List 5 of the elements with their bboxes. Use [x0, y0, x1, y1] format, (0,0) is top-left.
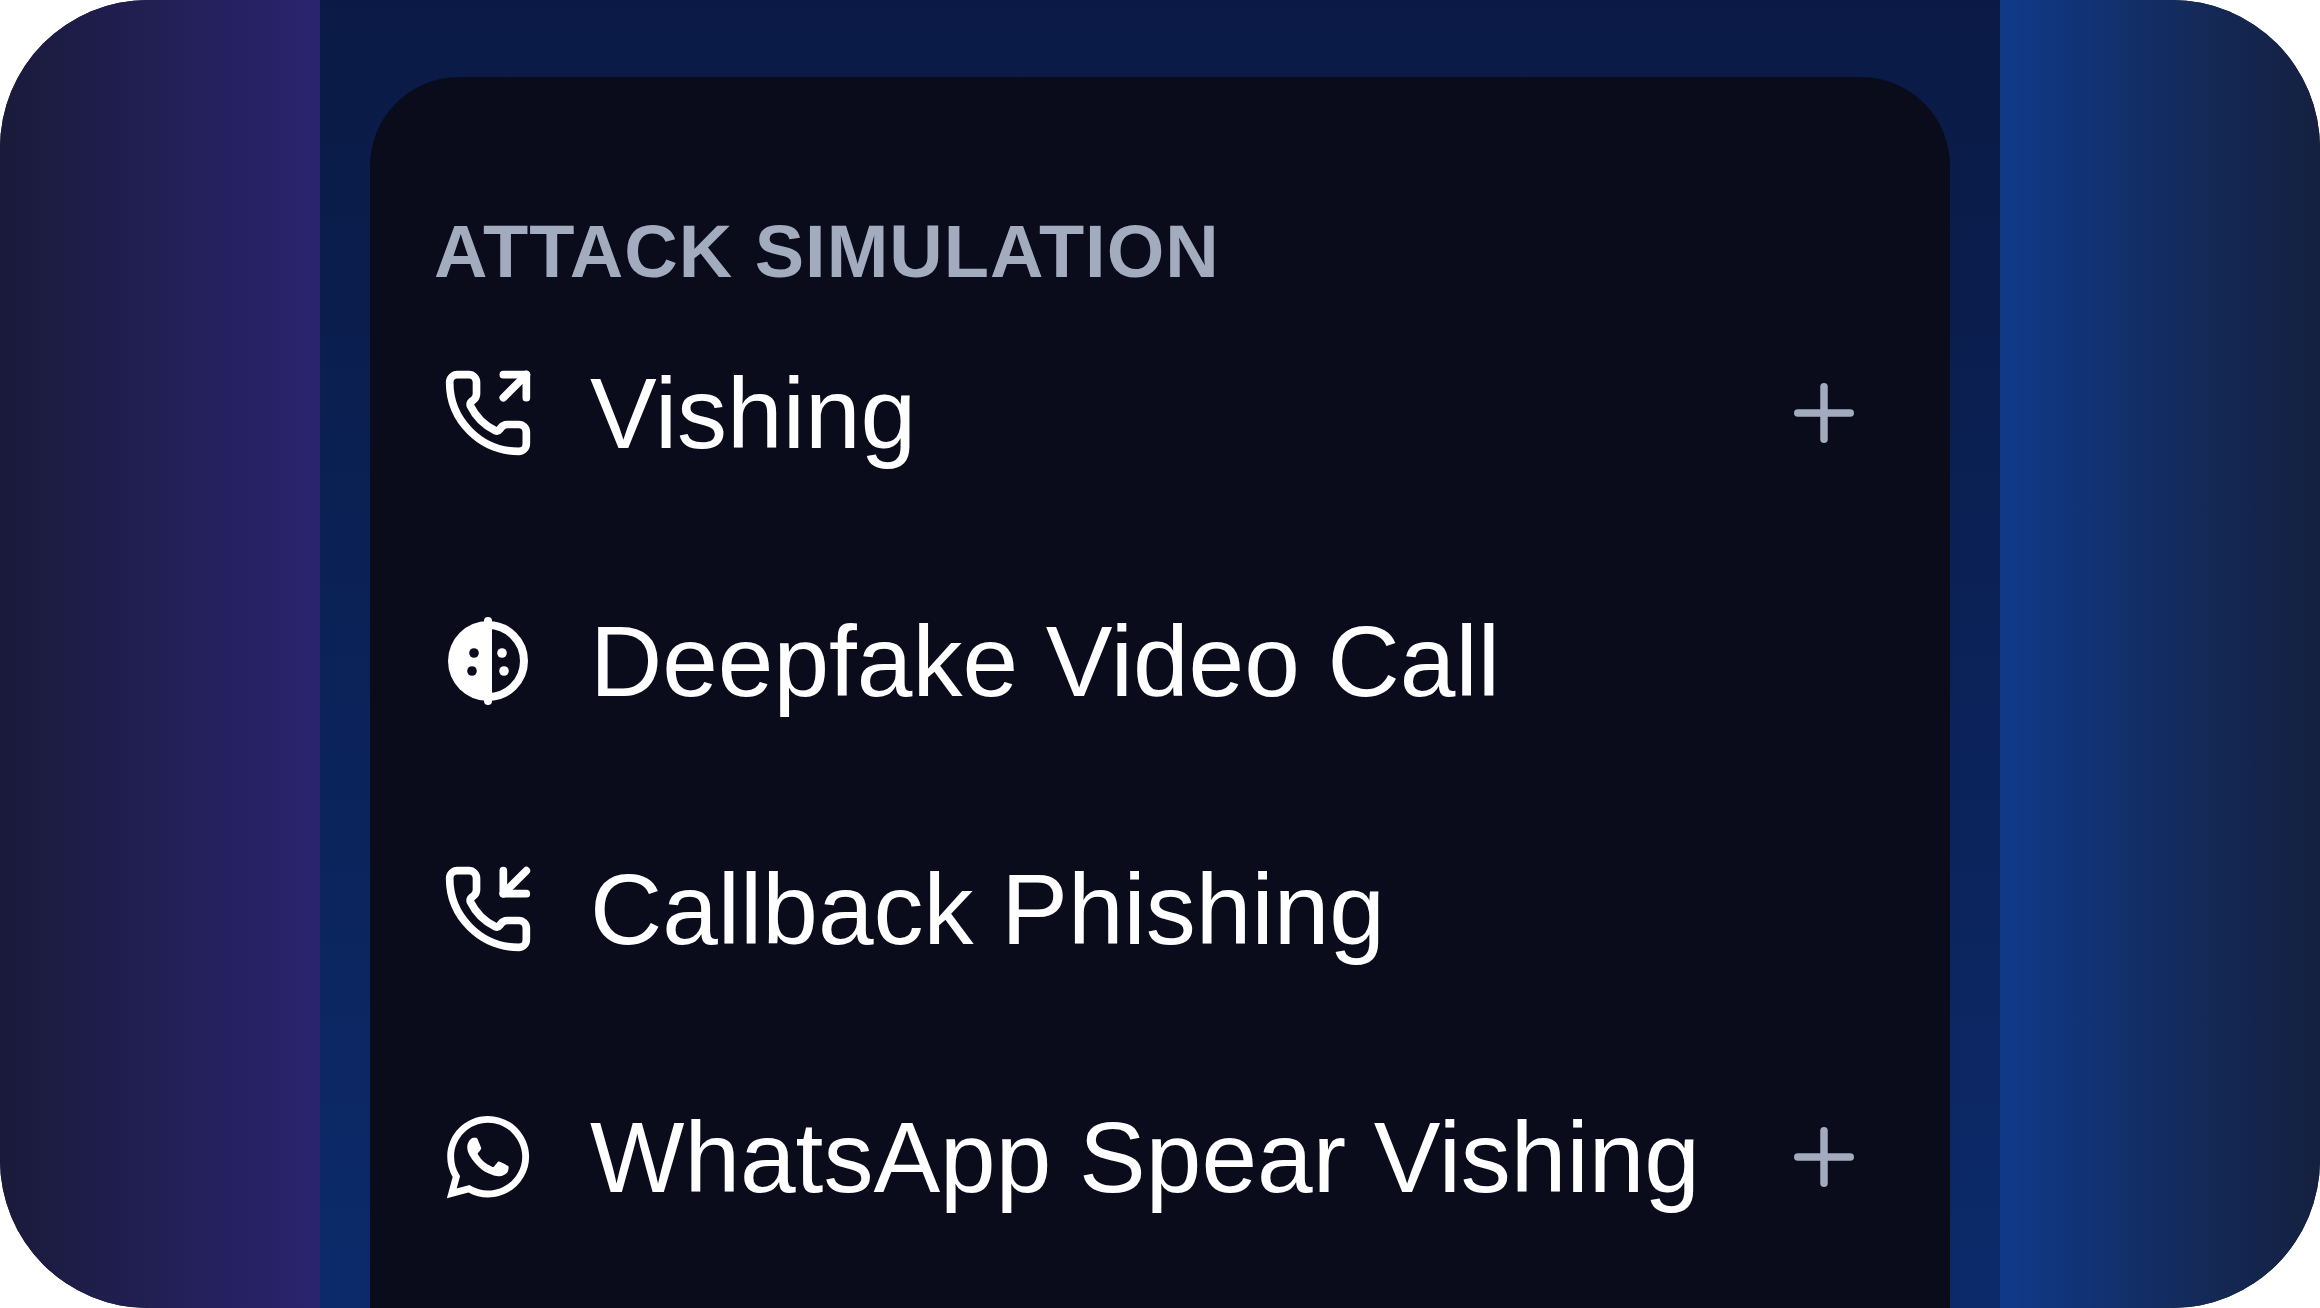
menu-item-label[interactable]: Deepfake Video Call: [590, 601, 1869, 721]
menu-item-label[interactable]: Vishing: [590, 353, 1779, 473]
section-title: ATTACK SIMULATION: [434, 215, 1220, 289]
menu-item-label[interactable]: WhatsApp Spear Vishing: [590, 1097, 1779, 1217]
menu-item-label[interactable]: Callback Phishing: [590, 849, 1869, 969]
